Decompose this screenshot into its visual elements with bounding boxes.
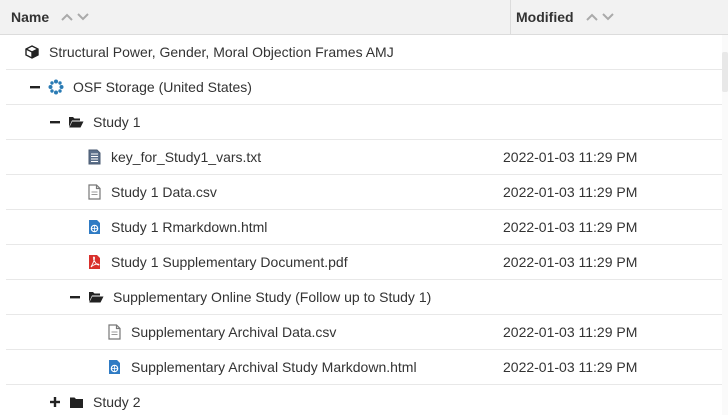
collapse-icon[interactable] [70,292,80,302]
row-name-cell: Supplementary Archival Study Markdown.ht… [106,350,417,384]
row-name-label[interactable]: Study 1 Data.csv [111,184,217,200]
row-name-cell: Structural Power, Gender, Moral Objectio… [24,35,394,69]
tree-row-file[interactable]: key_for_Study1_vars.txt 2022-01-03 11:29… [6,140,722,175]
sort-descending-icon[interactable] [601,12,614,22]
tree-row-folder[interactable]: Study 1 [6,105,722,140]
file-icon [106,324,122,340]
row-name-cell: OSF Storage (United States) [30,70,252,104]
file-icon [86,184,102,200]
row-modified-date: 2022-01-03 11:29 PM [503,359,638,375]
modified-header-label: Modified [516,9,574,25]
row-name-label[interactable]: Study 1 [93,114,140,130]
sort-ascending-icon[interactable] [585,12,598,22]
tree-row-file[interactable]: Study 1 Data.csv 2022-01-03 11:29 PM [6,175,722,210]
sort-descending-icon[interactable] [77,12,89,22]
row-name-cell: key_for_Study1_vars.txt [86,140,261,174]
collapse-icon[interactable] [30,82,40,92]
row-name-cell: Supplementary Archival Data.csv [106,315,336,349]
row-modified-date: 2022-01-03 11:29 PM [503,219,638,235]
row-name-cell: Supplementary Online Study (Follow up to… [70,280,431,314]
tree-row-file[interactable]: Supplementary Archival Data.csv 2022-01-… [6,315,722,350]
cube-icon [24,44,40,60]
row-name-label[interactable]: Study 2 [93,394,140,410]
row-name-label[interactable]: Study 1 Rmarkdown.html [111,219,267,235]
tree-row-storage[interactable]: OSF Storage (United States) [6,70,722,105]
name-sort-controls [61,12,89,22]
row-name-label[interactable]: key_for_Study1_vars.txt [111,149,261,165]
grid-header: Name Modified [0,0,728,35]
row-name-cell: Study 1 [50,105,140,139]
row-name-cell: Study 1 Rmarkdown.html [86,210,267,244]
folder-open-icon [68,114,84,130]
row-modified-date: 2022-01-03 11:29 PM [503,149,638,165]
vertical-scrollbar[interactable] [722,35,728,415]
row-modified-date: 2022-01-03 11:29 PM [503,324,638,340]
text-file-icon [86,149,102,165]
row-modified-date: 2022-01-03 11:29 PM [503,254,638,270]
row-name-label[interactable]: Study 1 Supplementary Document.pdf [111,254,348,270]
name-column-header[interactable]: Name [11,0,89,34]
column-divider[interactable] [510,0,511,34]
scrollbar-thumb[interactable] [722,52,728,92]
folder-open-icon [88,289,104,305]
modified-sort-controls [585,12,614,22]
row-name-label[interactable]: OSF Storage (United States) [73,79,252,95]
pdf-file-icon [86,254,102,270]
folder-icon [68,394,84,410]
sort-ascending-icon[interactable] [61,12,73,22]
collapse-icon[interactable] [50,117,60,127]
modified-column-header[interactable]: Modified [516,0,614,34]
tree-row-folder[interactable]: Supplementary Online Study (Follow up to… [6,280,722,315]
osf-storage-icon [48,79,64,95]
row-name-label[interactable]: Structural Power, Gender, Moral Objectio… [49,44,394,60]
name-header-label: Name [11,9,50,25]
expand-icon[interactable] [50,397,60,407]
html-file-icon [106,359,122,375]
tree-rows: Structural Power, Gender, Moral Objectio… [6,35,722,420]
row-name-label[interactable]: Supplementary Archival Study Markdown.ht… [131,359,417,375]
row-modified-date: 2022-01-03 11:29 PM [503,184,638,200]
row-name-label[interactable]: Supplementary Archival Data.csv [131,324,336,340]
tree-row-file[interactable]: Supplementary Archival Study Markdown.ht… [6,350,722,385]
html-file-icon [86,219,102,235]
tree-row-file[interactable]: Study 1 Rmarkdown.html 2022-01-03 11:29 … [6,210,722,245]
tree-row-project[interactable]: Structural Power, Gender, Moral Objectio… [6,35,722,70]
row-name-cell: Study 2 [50,385,140,419]
row-name-cell: Study 1 Supplementary Document.pdf [86,245,348,279]
tree-row-file[interactable]: Study 1 Supplementary Document.pdf 2022-… [6,245,722,280]
row-name-cell: Study 1 Data.csv [86,175,217,209]
file-tree-grid: Name Modified Structural Power, Gender, … [0,0,728,415]
row-name-label[interactable]: Supplementary Online Study (Follow up to… [113,289,431,305]
